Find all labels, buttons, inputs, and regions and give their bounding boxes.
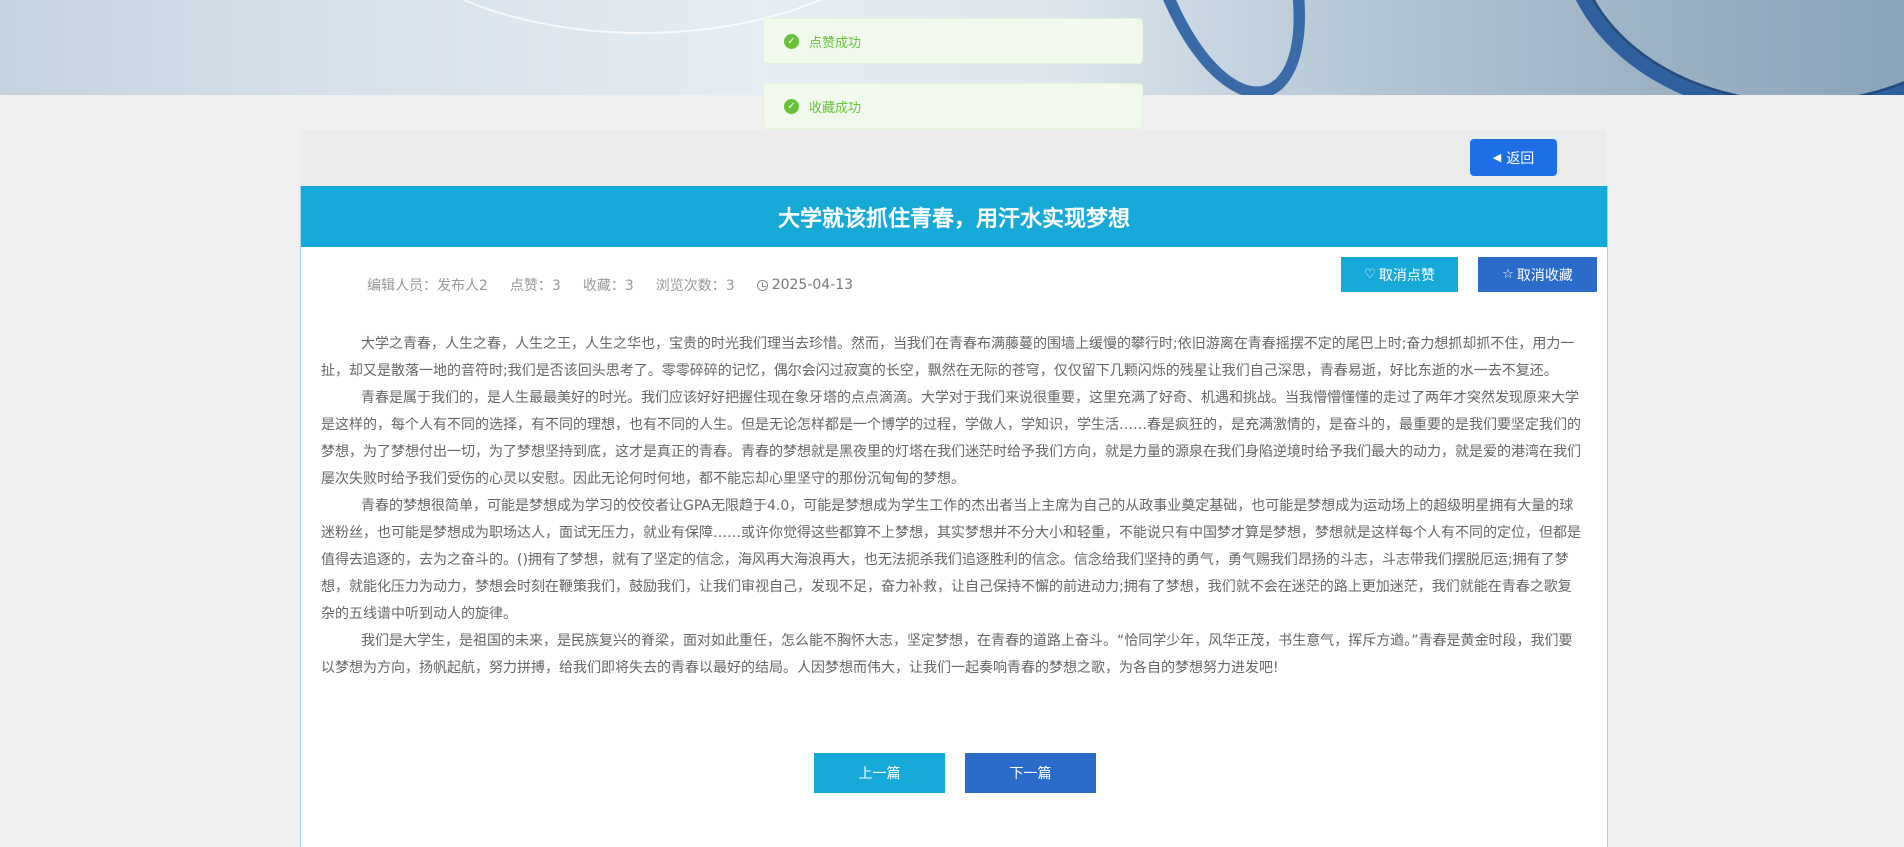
- heart-icon: ♡: [1364, 267, 1376, 282]
- article-paragraph: 我们是大学生，是祖国的未来，是民族复兴的脊梁，面对如此重任，怎么能不胸怀大志，坚…: [321, 633, 1573, 676]
- prev-article-button[interactable]: 上一篇: [814, 753, 945, 793]
- article-topbar: ◀ 返回: [300, 130, 1606, 186]
- meta-date: 2025-04-13: [756, 277, 854, 293]
- check-circle-icon: ✓: [784, 33, 799, 49]
- meta-likes: 点赞：3: [509, 278, 561, 294]
- article-title: 大学就该抓住青春，用汗水实现梦想: [777, 206, 1130, 232]
- toast-like-success: ✓ 点赞成功: [763, 18, 1143, 64]
- unfavorite-button-label: 取消收藏: [1516, 267, 1573, 284]
- next-article-button[interactable]: 下一篇: [965, 753, 1096, 793]
- clock-icon: [756, 279, 768, 291]
- article-paragraph: 青春是属于我们的，是人生最最美好的时光。我们应该好好把握住现在象牙塔的点点滴滴。…: [321, 390, 1581, 487]
- back-button[interactable]: ◀ 返回: [1470, 139, 1557, 176]
- meta-views: 浏览次数：3: [655, 278, 735, 294]
- article-content: 大学之青春，人生之春，人生之王，人生之华也，宝贵的时光我们理当去珍惜。然而，当我…: [321, 331, 1585, 682]
- article-paragraph: 大学之青春，人生之春，人生之王，人生之华也，宝贵的时光我们理当去珍惜。然而，当我…: [321, 336, 1575, 379]
- star-icon: ☆: [1502, 267, 1514, 282]
- toast-text: 收藏成功: [809, 100, 862, 116]
- article-card: 大学就该抓住青春，用汗水实现梦想 编辑人员：发布人2 点赞：3 收藏：3 浏览次…: [300, 186, 1608, 847]
- unfavorite-button[interactable]: ☆ 取消收藏: [1478, 257, 1597, 292]
- article-title-bar: 大学就该抓住青春，用汗水实现梦想: [301, 186, 1607, 247]
- unlike-button[interactable]: ♡ 取消点赞: [1341, 257, 1458, 292]
- article-paragraph: 青春的梦想很简单，可能是梦想成为学习的佼佼者让GPA无限趋于4.0，可能是梦想成…: [321, 498, 1581, 622]
- meta-favorites: 收藏：3: [582, 278, 634, 294]
- meta-date-text: 2025-04-13: [771, 277, 854, 293]
- toast-favorite-success: ✓ 收藏成功: [763, 83, 1143, 129]
- article-meta: 编辑人员：发布人2 点赞：3 收藏：3 浏览次数：3 2025-04-13: [367, 275, 853, 295]
- unlike-button-label: 取消点赞: [1378, 267, 1435, 284]
- meta-editor: 编辑人员：发布人2: [367, 278, 488, 294]
- back-button-label: 返回: [1506, 150, 1535, 167]
- toast-text: 点赞成功: [809, 35, 862, 51]
- caret-left-icon: ◀: [1492, 151, 1502, 164]
- check-circle-icon: ✓: [784, 98, 799, 114]
- stethoscope-decoration: [1560, 0, 1904, 95]
